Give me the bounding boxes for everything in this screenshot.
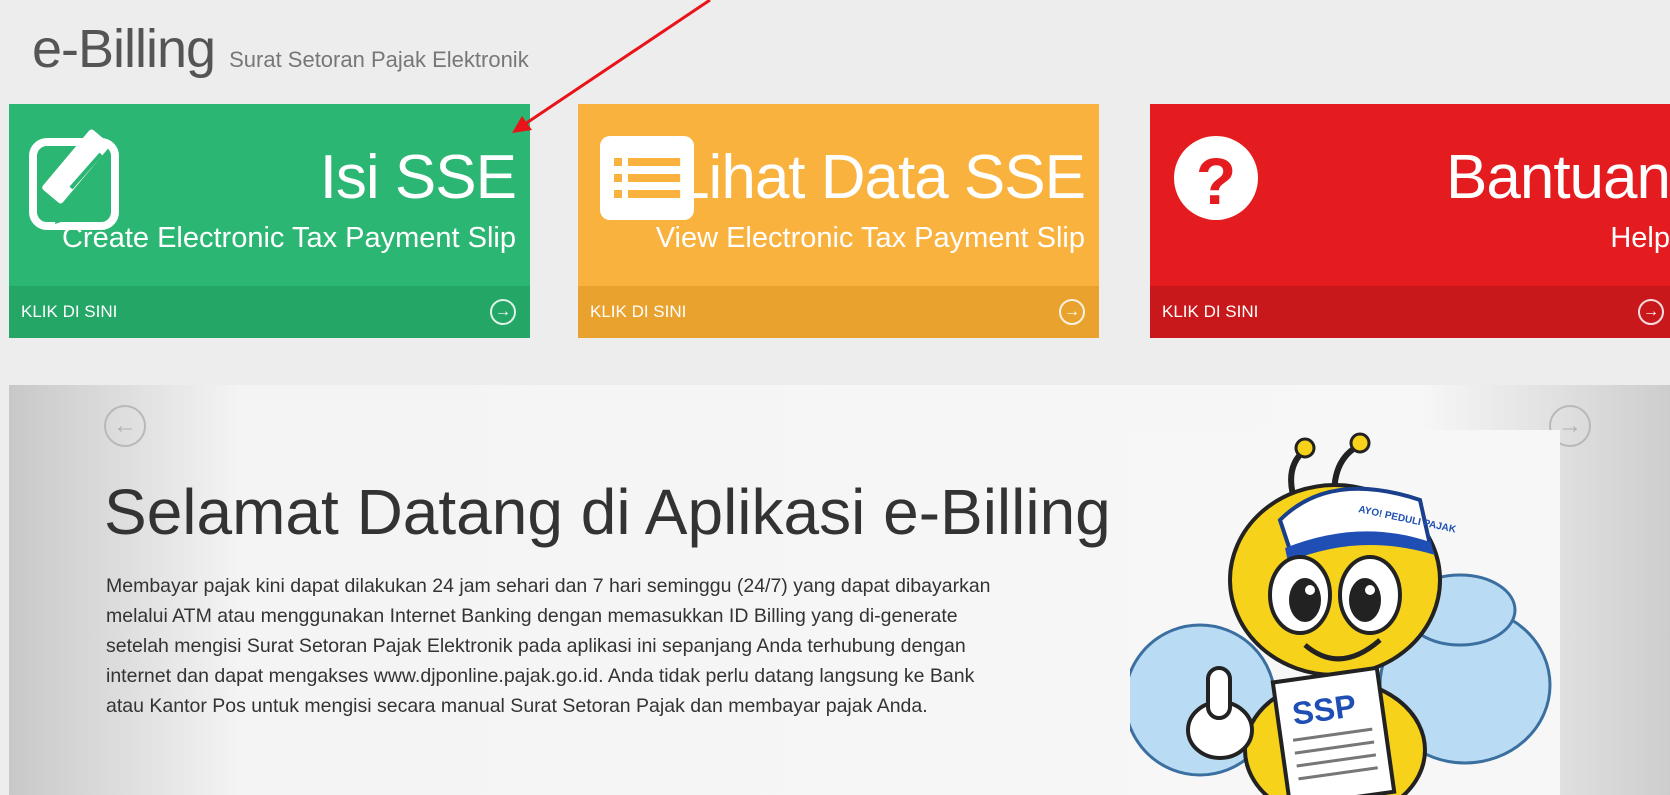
arrow-right-icon: → (1638, 299, 1664, 325)
tile-caption: Help (1610, 222, 1670, 254)
tile-footer-link[interactable]: KLIK DI SINI → (578, 286, 1099, 338)
header: e-Billing Surat Setoran Pajak Elektronik (32, 18, 529, 80)
tile-title: Bantuan (1446, 143, 1670, 212)
tile-isi-sse[interactable]: Isi SSE Create Electronic Tax Payment Sl… (9, 104, 530, 338)
arrow-right-icon: → (490, 299, 516, 325)
tile-body: Isi SSE Create Electronic Tax Payment Sl… (9, 104, 530, 286)
tile-title: Isi SSE (319, 143, 517, 212)
arrow-right-icon: → (1558, 412, 1582, 439)
tile-lihat-data-sse[interactable]: Lihat Data SSE View Electronic Tax Payme… (578, 104, 1099, 338)
tile-caption: Create Electronic Tax Payment Slip (61, 222, 516, 254)
question-icon: ? (1168, 128, 1264, 229)
tile-title: Lihat Data SSE (675, 143, 1086, 212)
tile-bantuan[interactable]: ? Bantuan Help KLIK DI SINI → (1150, 104, 1670, 338)
carousel-prev-button[interactable]: ← (104, 405, 146, 447)
tile-link-label: KLIK DI SINI (21, 302, 118, 321)
arrow-right-icon: → (1059, 299, 1085, 325)
welcome-text: Membayar pajak kini dapat dilakukan 24 j… (106, 575, 991, 717)
tile-link-label: KLIK DI SINI (1162, 302, 1259, 321)
tile-link-label: KLIK DI SINI (590, 302, 687, 321)
tile-body: ? Bantuan Help (1150, 104, 1670, 286)
tile-footer-link[interactable]: KLIK DI SINI → (1150, 286, 1670, 338)
tile-body: Lihat Data SSE View Electronic Tax Payme… (578, 104, 1099, 286)
welcome-title: Selamat Datang di Aplikasi e-Billing (104, 476, 1111, 548)
app-title: e-Billing (32, 19, 216, 79)
app-subtitle: Surat Setoran Pajak Elektronik (229, 47, 529, 72)
svg-text:?: ? (1196, 144, 1236, 218)
welcome-carousel: ← → Selamat Datang di Aplikasi e-Billing… (9, 385, 1670, 795)
arrow-left-icon: ← (113, 412, 137, 439)
mascot-image: AYO! PEDULI PAJAK SSP (1130, 430, 1560, 795)
tile-footer-link[interactable]: KLIK DI SINI → (9, 286, 530, 338)
page: e-Billing Surat Setoran Pajak Elektronik… (0, 0, 1670, 795)
tile-caption: View Electronic Tax Payment Slip (655, 222, 1085, 254)
